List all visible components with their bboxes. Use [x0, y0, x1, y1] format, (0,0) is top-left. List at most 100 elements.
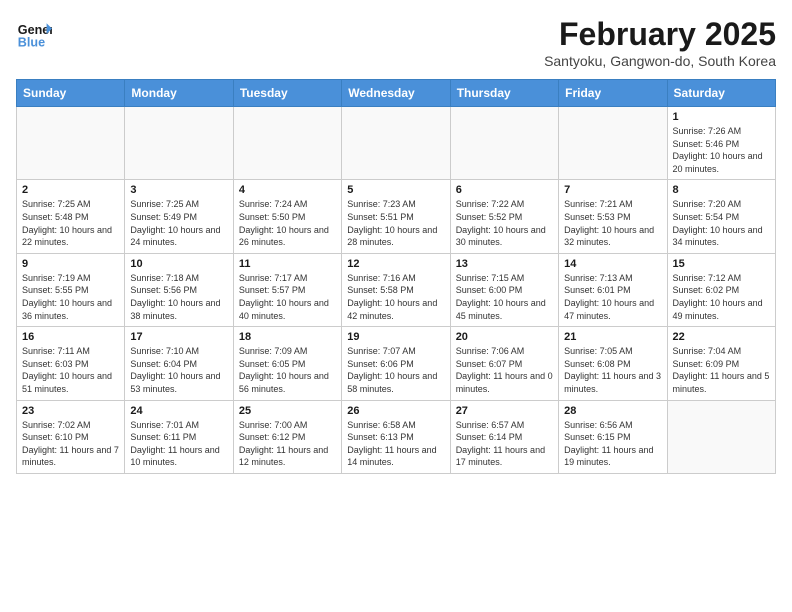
calendar-cell: 24 Sunrise: 7:01 AM Sunset: 6:11 PM Dayli…	[125, 400, 233, 473]
day-number: 13	[456, 258, 553, 270]
day-number: 27	[456, 405, 553, 417]
calendar-cell: 15 Sunrise: 7:12 AM Sunset: 6:02 PM Dayli…	[667, 253, 775, 326]
logo-icon: General Blue	[16, 16, 52, 52]
calendar-cell: 1Sunrise: 7:26 AM Sunset: 5:46 PM Daylig…	[667, 107, 775, 180]
day-number: 23	[22, 405, 119, 417]
days-header-row: SundayMondayTuesdayWednesdayThursdayFrid…	[17, 80, 776, 107]
day-info: Sunrise: 7:23 AM Sunset: 5:51 PM Dayligh…	[347, 198, 444, 248]
day-number: 25	[239, 405, 336, 417]
calendar-cell: 5 Sunrise: 7:23 AM Sunset: 5:51 PM Daylig…	[342, 180, 450, 253]
calendar-table: SundayMondayTuesdayWednesdayThursdayFrid…	[16, 79, 776, 474]
day-number: 24	[130, 405, 227, 417]
day-info: Sunrise: 7:10 AM Sunset: 6:04 PM Dayligh…	[130, 345, 227, 395]
day-info: Sunrise: 7:19 AM Sunset: 5:55 PM Dayligh…	[22, 272, 119, 322]
day-info: Sunrise: 7:21 AM Sunset: 5:53 PM Dayligh…	[564, 198, 661, 248]
calendar-cell	[450, 107, 558, 180]
day-info: Sunrise: 6:57 AM Sunset: 6:14 PM Dayligh…	[456, 419, 553, 469]
day-number: 16	[22, 331, 119, 343]
calendar-cell: 28Sunrise: 6:56 AM Sunset: 6:15 PM Dayli…	[559, 400, 667, 473]
calendar-title: February 2025	[544, 16, 776, 53]
calendar-cell	[667, 400, 775, 473]
calendar-cell: 10 Sunrise: 7:18 AM Sunset: 5:56 PM Dayli…	[125, 253, 233, 326]
calendar-cell	[342, 107, 450, 180]
calendar-cell	[559, 107, 667, 180]
day-header-thursday: Thursday	[450, 80, 558, 107]
day-number: 1	[673, 111, 770, 123]
day-number: 6	[456, 184, 553, 196]
calendar-cell: 2Sunrise: 7:25 AM Sunset: 5:48 PM Daylig…	[17, 180, 125, 253]
day-info: Sunrise: 7:01 AM Sunset: 6:11 PM Dayligh…	[130, 419, 227, 469]
calendar-cell: 26 Sunrise: 6:58 AM Sunset: 6:13 PM Dayli…	[342, 400, 450, 473]
day-number: 28	[564, 405, 661, 417]
day-header-monday: Monday	[125, 80, 233, 107]
day-info: Sunrise: 7:18 AM Sunset: 5:56 PM Dayligh…	[130, 272, 227, 322]
day-number: 19	[347, 331, 444, 343]
day-info: Sunrise: 7:24 AM Sunset: 5:50 PM Dayligh…	[239, 198, 336, 248]
calendar-cell: 7Sunrise: 7:21 AM Sunset: 5:53 PM Daylig…	[559, 180, 667, 253]
week-row-3: 9 Sunrise: 7:19 AM Sunset: 5:55 PM Daylig…	[17, 253, 776, 326]
calendar-cell: 27 Sunrise: 6:57 AM Sunset: 6:14 PM Dayli…	[450, 400, 558, 473]
day-info: Sunrise: 7:07 AM Sunset: 6:06 PM Dayligh…	[347, 345, 444, 395]
calendar-header: General Blue February 2025 Santyoku, Gan…	[16, 16, 776, 69]
day-number: 17	[130, 331, 227, 343]
day-header-sunday: Sunday	[17, 80, 125, 107]
calendar-cell: 6 Sunrise: 7:22 AM Sunset: 5:52 PM Daylig…	[450, 180, 558, 253]
day-info: Sunrise: 7:12 AM Sunset: 6:02 PM Dayligh…	[673, 272, 770, 322]
day-number: 5	[347, 184, 444, 196]
calendar-cell: 22 Sunrise: 7:04 AM Sunset: 6:09 PM Dayli…	[667, 327, 775, 400]
day-info: Sunrise: 7:09 AM Sunset: 6:05 PM Dayligh…	[239, 345, 336, 395]
day-info: Sunrise: 7:02 AM Sunset: 6:10 PM Dayligh…	[22, 419, 119, 469]
calendar-cell: 13 Sunrise: 7:15 AM Sunset: 6:00 PM Dayli…	[450, 253, 558, 326]
svg-text:Blue: Blue	[18, 36, 45, 50]
day-number: 8	[673, 184, 770, 196]
day-number: 10	[130, 258, 227, 270]
day-header-saturday: Saturday	[667, 80, 775, 107]
calendar-cell: 8Sunrise: 7:20 AM Sunset: 5:54 PM Daylig…	[667, 180, 775, 253]
calendar-cell: 20 Sunrise: 7:06 AM Sunset: 6:07 PM Dayli…	[450, 327, 558, 400]
week-row-1: 1Sunrise: 7:26 AM Sunset: 5:46 PM Daylig…	[17, 107, 776, 180]
day-number: 3	[130, 184, 227, 196]
day-number: 20	[456, 331, 553, 343]
day-info: Sunrise: 7:15 AM Sunset: 6:00 PM Dayligh…	[456, 272, 553, 322]
calendar-cell: 18 Sunrise: 7:09 AM Sunset: 6:05 PM Dayli…	[233, 327, 341, 400]
day-info: Sunrise: 7:00 AM Sunset: 6:12 PM Dayligh…	[239, 419, 336, 469]
calendar-cell: 23 Sunrise: 7:02 AM Sunset: 6:10 PM Dayli…	[17, 400, 125, 473]
day-info: Sunrise: 7:06 AM Sunset: 6:07 PM Dayligh…	[456, 345, 553, 395]
day-number: 11	[239, 258, 336, 270]
calendar-subtitle: Santyoku, Gangwon-do, South Korea	[544, 53, 776, 69]
calendar-cell	[125, 107, 233, 180]
day-header-wednesday: Wednesday	[342, 80, 450, 107]
calendar-cell: 9 Sunrise: 7:19 AM Sunset: 5:55 PM Daylig…	[17, 253, 125, 326]
day-number: 12	[347, 258, 444, 270]
day-info: Sunrise: 6:58 AM Sunset: 6:13 PM Dayligh…	[347, 419, 444, 469]
calendar-cell: 11 Sunrise: 7:17 AM Sunset: 5:57 PM Dayli…	[233, 253, 341, 326]
day-number: 21	[564, 331, 661, 343]
day-number: 9	[22, 258, 119, 270]
calendar-cell	[233, 107, 341, 180]
calendar-cell: 4 Sunrise: 7:24 AM Sunset: 5:50 PM Daylig…	[233, 180, 341, 253]
day-info: Sunrise: 7:11 AM Sunset: 6:03 PM Dayligh…	[22, 345, 119, 395]
day-info: Sunrise: 7:25 AM Sunset: 5:48 PM Dayligh…	[22, 198, 119, 248]
day-info: Sunrise: 7:17 AM Sunset: 5:57 PM Dayligh…	[239, 272, 336, 322]
logo: General Blue	[16, 16, 56, 52]
day-info: Sunrise: 7:16 AM Sunset: 5:58 PM Dayligh…	[347, 272, 444, 322]
calendar-cell	[17, 107, 125, 180]
day-header-friday: Friday	[559, 80, 667, 107]
day-info: Sunrise: 7:13 AM Sunset: 6:01 PM Dayligh…	[564, 272, 661, 322]
day-number: 22	[673, 331, 770, 343]
title-block: February 2025 Santyoku, Gangwon-do, Sout…	[544, 16, 776, 69]
calendar-cell: 19 Sunrise: 7:07 AM Sunset: 6:06 PM Dayli…	[342, 327, 450, 400]
calendar-cell: 16 Sunrise: 7:11 AM Sunset: 6:03 PM Dayli…	[17, 327, 125, 400]
day-number: 26	[347, 405, 444, 417]
week-row-4: 16 Sunrise: 7:11 AM Sunset: 6:03 PM Dayli…	[17, 327, 776, 400]
day-info: Sunrise: 7:04 AM Sunset: 6:09 PM Dayligh…	[673, 345, 770, 395]
day-number: 18	[239, 331, 336, 343]
day-info: Sunrise: 7:25 AM Sunset: 5:49 PM Dayligh…	[130, 198, 227, 248]
day-info: Sunrise: 7:05 AM Sunset: 6:08 PM Dayligh…	[564, 345, 661, 395]
day-number: 15	[673, 258, 770, 270]
day-number: 4	[239, 184, 336, 196]
calendar-cell: 14Sunrise: 7:13 AM Sunset: 6:01 PM Dayli…	[559, 253, 667, 326]
calendar-cell: 12 Sunrise: 7:16 AM Sunset: 5:58 PM Dayli…	[342, 253, 450, 326]
day-info: Sunrise: 7:22 AM Sunset: 5:52 PM Dayligh…	[456, 198, 553, 248]
calendar-cell: 17 Sunrise: 7:10 AM Sunset: 6:04 PM Dayli…	[125, 327, 233, 400]
